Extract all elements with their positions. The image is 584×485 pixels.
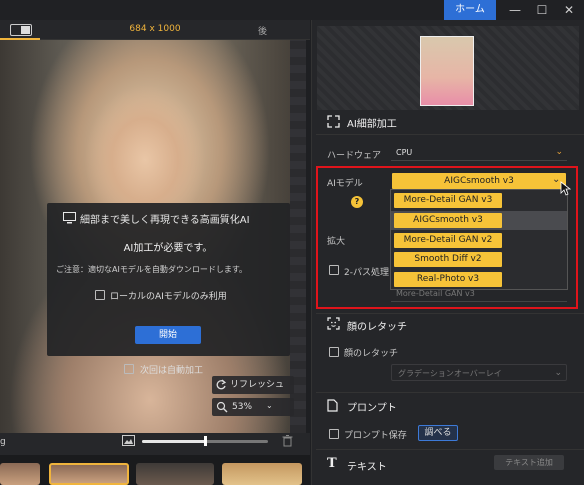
- trash-icon[interactable]: [282, 435, 293, 447]
- hardware-label: ハードウェア: [327, 151, 382, 161]
- two-pass-model-value: More-Detail GAN v3: [396, 289, 475, 298]
- dialog-heading: AI加工が必要です。: [123, 243, 213, 254]
- upscale-label: 拡大: [327, 237, 346, 247]
- filmstrip-toolbar: [0, 433, 310, 455]
- slider-handle[interactable]: [204, 436, 207, 446]
- auto-process-label: 次回は自動加工: [140, 366, 204, 376]
- two-pass-label: 2-パス処理: [344, 268, 389, 278]
- thumbnail[interactable]: [0, 463, 40, 485]
- chevron-down-icon: ⌄: [554, 368, 562, 378]
- thumbnail-preview: [420, 36, 474, 106]
- zoom-icon: [216, 401, 228, 413]
- divider: [316, 313, 584, 314]
- prompt-save-label: プロンプト保存: [344, 431, 407, 441]
- ai-section-title: AI細部加工: [347, 119, 397, 130]
- model-option-highlighted[interactable]: AIGCsmooth v3: [394, 213, 502, 228]
- local-model-checkbox-label: ローカルのAIモデルのみ利用: [110, 292, 227, 302]
- image-icon: [122, 435, 135, 446]
- local-model-checkbox[interactable]: [95, 290, 105, 300]
- divider: [316, 134, 584, 135]
- hardware-value: CPU: [396, 148, 413, 157]
- face-section-title: 顔のレタッチ: [347, 322, 407, 333]
- ai-model-select[interactable]: AIGCsmooth v3: [392, 173, 566, 189]
- close-button[interactable]: ✕: [556, 0, 582, 20]
- model-option[interactable]: Smooth Diff v2: [394, 252, 502, 267]
- slider-fill: [142, 440, 206, 443]
- title-bar: [0, 0, 584, 20]
- file-tab-text: g: [0, 437, 6, 447]
- document-icon: [327, 399, 338, 412]
- monitor-icon: [63, 212, 76, 224]
- chevron-down-icon[interactable]: ⌄: [266, 401, 273, 410]
- model-option[interactable]: Real-Photo v3: [394, 272, 502, 287]
- chevron-down-icon: ⌄: [555, 147, 563, 157]
- model-option[interactable]: More-Detail GAN v2: [394, 233, 502, 248]
- text-icon: T: [327, 456, 337, 471]
- auto-process-checkbox[interactable]: [124, 364, 134, 374]
- ai-model-label: AIモデル: [327, 179, 363, 189]
- text-section-title: テキスト: [347, 462, 387, 473]
- canvas-edge: [290, 40, 306, 433]
- prompt-section-title: プロンプト: [347, 403, 397, 414]
- refresh-icon: [216, 379, 227, 390]
- minimize-button[interactable]: —: [502, 0, 528, 20]
- start-button[interactable]: 開始: [135, 326, 201, 344]
- divider: [316, 449, 584, 450]
- dialog-title: 細部まで美しく再現できる高画質化AI: [80, 215, 250, 226]
- model-option[interactable]: More-Detail GAN v3: [394, 193, 502, 208]
- thumbnail[interactable]: [136, 463, 214, 485]
- two-pass-checkbox[interactable]: [329, 265, 339, 275]
- face-retouch-label: 顔のレタッチ: [344, 349, 399, 359]
- thumbnail-selected[interactable]: [49, 463, 129, 485]
- face-style-select[interactable]: グラデーションオーバーレイ ⌄: [391, 364, 567, 381]
- face-retouch-checkbox[interactable]: [329, 347, 339, 357]
- maximize-button[interactable]: ☐: [529, 0, 555, 20]
- face-icon: [327, 317, 340, 330]
- dialog-note: ご注意：適切なAIモデルを自動ダウンロードします。: [56, 265, 248, 274]
- prompt-save-checkbox[interactable]: [329, 429, 339, 439]
- add-text-button[interactable]: テキスト追加: [494, 455, 564, 470]
- home-button[interactable]: ホーム: [444, 0, 496, 20]
- divider: [316, 392, 584, 393]
- mouse-cursor-icon: [560, 181, 571, 196]
- after-view-label[interactable]: 後: [258, 24, 280, 37]
- thumbnail[interactable]: [222, 463, 302, 485]
- face-style-value: グラデーションオーバーレイ: [398, 369, 502, 378]
- hardware-select[interactable]: CPU ⌄: [391, 144, 567, 161]
- help-icon[interactable]: ?: [351, 196, 363, 208]
- ai-enhance-icon: [327, 115, 340, 128]
- check-button[interactable]: 調べる: [418, 425, 458, 441]
